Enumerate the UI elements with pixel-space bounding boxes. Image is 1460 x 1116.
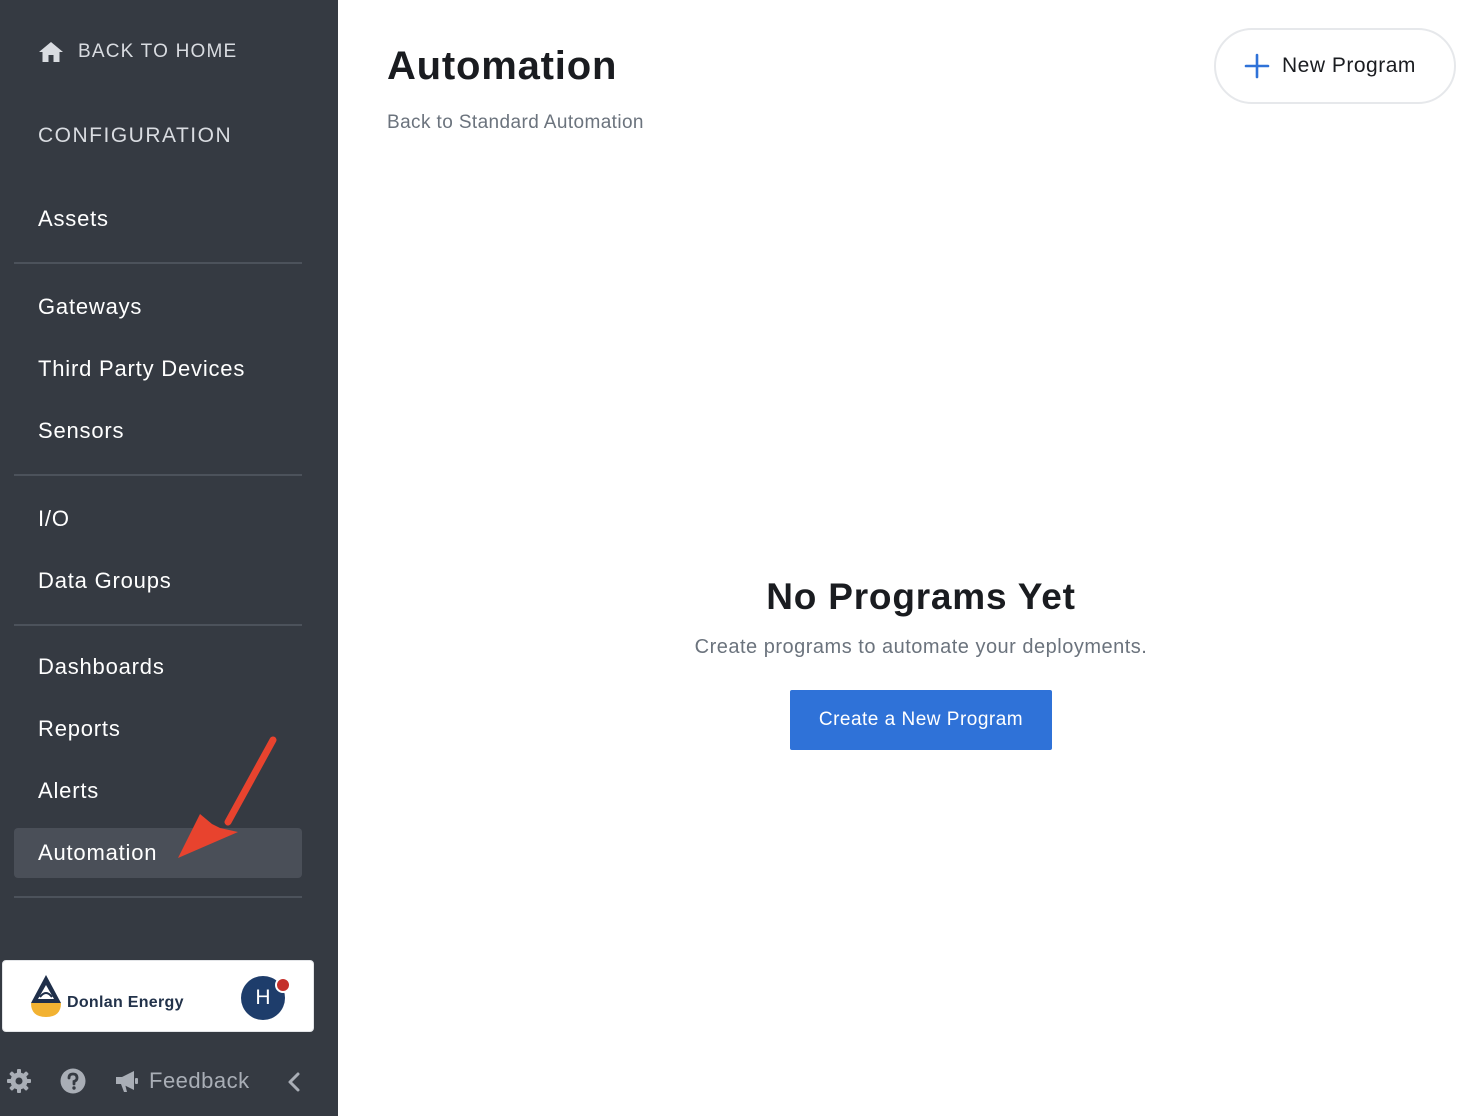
sidebar-divider: [14, 896, 302, 898]
sidebar-divider: [14, 474, 302, 476]
megaphone-icon[interactable]: [114, 1068, 140, 1094]
home-icon: [39, 42, 63, 62]
new-program-label: New Program: [1282, 54, 1416, 77]
sidebar-item-third-party-devices[interactable]: Third Party Devices: [14, 344, 302, 394]
sidebar-item-label: Dashboards: [38, 654, 165, 679]
notification-dot: [275, 977, 291, 993]
avatar-initial: H: [255, 986, 271, 1009]
chevron-left-icon[interactable]: [286, 1071, 302, 1093]
sidebar-item-gateways[interactable]: Gateways: [14, 282, 302, 332]
empty-state-title: No Programs Yet: [766, 576, 1076, 617]
sidebar-item-assets[interactable]: Assets: [14, 194, 302, 244]
sidebar-item-io[interactable]: I/O: [14, 494, 302, 544]
sidebar-item-alerts[interactable]: Alerts: [14, 766, 302, 816]
empty-state-subtitle: Create programs to automate your deploym…: [694, 636, 1148, 658]
page-title: Automation: [387, 44, 618, 88]
donlan-energy-logo-icon: [31, 975, 61, 1017]
new-program-button[interactable]: New Program: [1214, 28, 1456, 104]
sidebar-item-label: I/O: [38, 506, 70, 531]
sidebar-item-label: Gateways: [38, 294, 143, 319]
create-new-program-button[interactable]: Create a New Program: [790, 690, 1052, 750]
sidebar-item-data-groups[interactable]: Data Groups: [14, 556, 302, 606]
sidebar-item-label: Sensors: [38, 418, 125, 443]
back-to-standard-automation-link[interactable]: Back to Standard Automation: [387, 112, 644, 134]
sidebar-item-label: Third Party Devices: [38, 356, 246, 381]
sidebar-divider: [14, 262, 302, 264]
section-title-configuration: CONFIGURATION: [38, 124, 233, 147]
org-name: Donlan Energy: [67, 994, 184, 1011]
back-to-home-label: BACK TO HOME: [78, 41, 238, 62]
sidebar-item-label: Assets: [38, 206, 109, 231]
sidebar-item-dashboards[interactable]: Dashboards: [14, 642, 302, 692]
org-switcher-card[interactable]: Donlan Energy H: [2, 960, 314, 1032]
sidebar: BACK TO HOME CONFIGURATION Assets Gatewa…: [0, 0, 338, 1116]
sidebar-item-label: Data Groups: [38, 568, 172, 593]
sidebar-item-sensors[interactable]: Sensors: [14, 406, 302, 456]
sidebar-item-automation[interactable]: Automation: [14, 828, 302, 878]
feedback-link[interactable]: Feedback: [149, 1068, 250, 1094]
plus-icon: [1244, 53, 1270, 79]
app-window: BACK TO HOME CONFIGURATION Assets Gatewa…: [0, 0, 1460, 1116]
main-content: Automation Back to Standard Automation N…: [338, 0, 1460, 1116]
help-icon[interactable]: [60, 1068, 86, 1094]
sidebar-divider: [14, 624, 302, 626]
gear-icon[interactable]: [6, 1068, 32, 1094]
sidebar-item-reports[interactable]: Reports: [14, 704, 302, 754]
sidebar-item-label: Alerts: [38, 778, 100, 803]
back-to-home-link[interactable]: BACK TO HOME: [38, 38, 237, 66]
sidebar-item-label: Reports: [38, 716, 121, 741]
sidebar-item-label: Automation: [38, 840, 158, 865]
sidebar-footer: Feedback: [0, 1058, 338, 1104]
